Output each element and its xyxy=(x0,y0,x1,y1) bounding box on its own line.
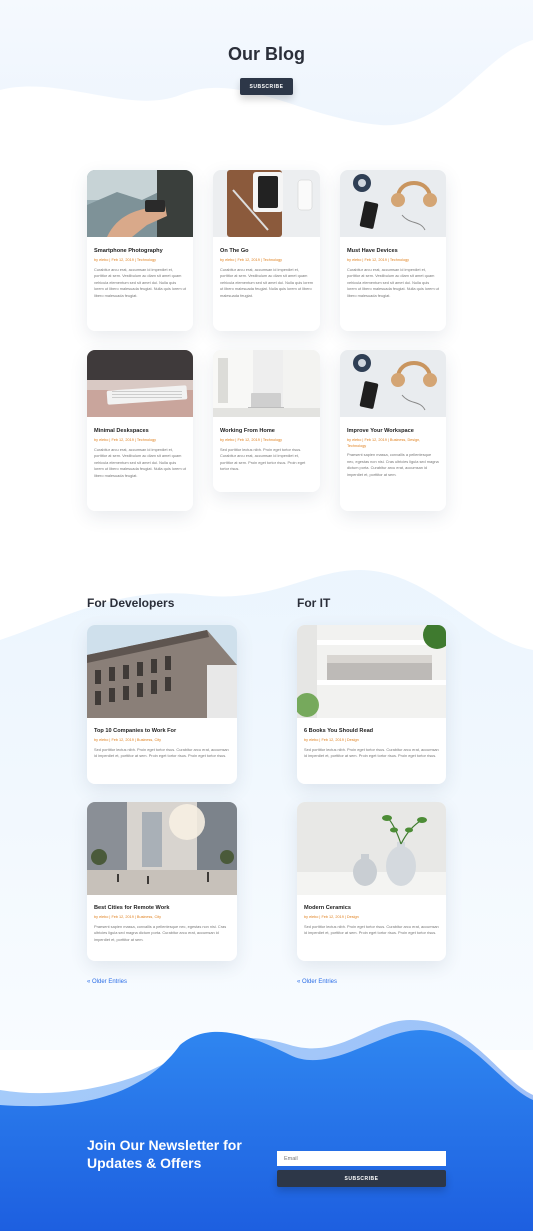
post-title[interactable]: Minimal Deskspaces xyxy=(94,428,186,434)
post-excerpt: Praesent sapien massa, convallis a pelle… xyxy=(94,923,227,942)
post-excerpt: Curabitur arcu erat, accumsan id imperdi… xyxy=(220,266,313,299)
home-office-laptop-icon xyxy=(213,350,320,417)
post-card[interactable]: On The Go by elebo | Feb 12, 2019 | Tech… xyxy=(213,170,320,331)
post-meta: by elebo | Feb 12, 2019 | Design xyxy=(304,915,359,919)
email-field[interactable] xyxy=(277,1151,446,1166)
keyboard-desk-icon xyxy=(87,350,193,417)
post-meta: by elebo | Feb 12, 2019 | Business, City xyxy=(94,915,161,919)
post-card[interactable]: Top 10 Companies to Work For by elebo | … xyxy=(87,625,237,784)
post-title[interactable]: Working From Home xyxy=(220,428,313,434)
post-excerpt: Curabitur arcu erat, accumsan id imperdi… xyxy=(347,266,439,299)
post-excerpt: Curabitur arcu erat, accumsan id imperdi… xyxy=(94,266,186,299)
post-meta: by elebo | Feb 12, 2019 | Design xyxy=(304,738,359,742)
post-meta: by elebo | Feb 12, 2019 | Technology xyxy=(347,258,410,262)
post-title[interactable]: 6 Books You Should Read xyxy=(304,728,439,734)
newsletter-subscribe-button[interactable]: SUBSCRIBE xyxy=(277,1170,446,1187)
headphones-devices-icon xyxy=(340,170,446,237)
building-facade-icon xyxy=(87,625,237,718)
post-card[interactable]: Smartphone Photography by elebo | Feb 12… xyxy=(87,170,193,331)
post-card[interactable]: Improve Your Workspace by elebo | Feb 12… xyxy=(340,350,446,511)
post-title[interactable]: Improve Your Workspace xyxy=(347,428,439,434)
post-card[interactable]: Minimal Deskspaces by elebo | Feb 12, 20… xyxy=(87,350,193,511)
newsletter-title: Join Our Newsletter for Updates & Offers xyxy=(87,1137,242,1171)
post-title[interactable]: On The Go xyxy=(220,248,313,254)
post-excerpt: Sed porttitor lectus nibh. Proin eget to… xyxy=(304,923,439,936)
post-meta: by elebo | Feb 12, 2019 | Technology xyxy=(220,438,283,442)
bookshelf-icon xyxy=(297,625,446,718)
post-meta: by elebo | Feb 12, 2019 | Business, City xyxy=(94,738,161,742)
post-title[interactable]: Modern Ceramics xyxy=(304,905,439,911)
post-meta: by elebo | Feb 12, 2019 | Technology xyxy=(220,258,283,262)
it-older-entries-link[interactable]: « Older Entries xyxy=(297,979,337,985)
ceramic-vases-icon xyxy=(297,802,446,895)
post-card[interactable]: 6 Books You Should Read by elebo | Feb 1… xyxy=(297,625,446,784)
post-excerpt: Praesent sapien massa, convallis a pelle… xyxy=(347,452,439,477)
developers-older-entries-link[interactable]: « Older Entries xyxy=(87,979,127,985)
post-excerpt: Sed porttitor lectus nibh. Proin eget to… xyxy=(304,746,439,759)
hand-phone-photo-icon xyxy=(87,170,193,237)
post-meta: by elebo | Feb 12, 2019 | Technology xyxy=(94,438,157,442)
post-excerpt: Sed porttitor lectus nibh. Proin eget to… xyxy=(220,446,306,472)
headphones-devices-icon xyxy=(340,350,446,417)
post-meta: by elebo | Feb 12, 2019 | Technology xyxy=(94,258,157,262)
it-section-title: For IT xyxy=(297,596,331,610)
post-meta: by elebo | Feb 12, 2019 | Business, Desi… xyxy=(347,438,421,448)
post-title[interactable]: Best Cities for Remote Work xyxy=(94,905,230,911)
post-excerpt: Sed porttitor lectus nibh. Proin eget to… xyxy=(94,746,229,759)
tablet-phone-flatlay-icon xyxy=(213,170,320,237)
post-card[interactable]: Working From Home by elebo | Feb 12, 201… xyxy=(213,350,320,492)
city-street-icon xyxy=(87,802,237,895)
post-title[interactable]: Top 10 Companies to Work For xyxy=(94,728,230,734)
page-title: Our Blog xyxy=(228,44,305,64)
hero-subscribe-button[interactable]: SUBSCRIBE xyxy=(240,78,293,95)
developers-section-title: For Developers xyxy=(87,596,175,610)
post-card[interactable]: Must Have Devices by elebo | Feb 12, 201… xyxy=(340,170,446,331)
post-title[interactable]: Smartphone Photography xyxy=(94,248,186,254)
post-card[interactable]: Best Cities for Remote Work by elebo | F… xyxy=(87,802,237,961)
post-title[interactable]: Must Have Devices xyxy=(347,248,439,254)
post-excerpt: Curabitur arcu erat, accumsan id imperdi… xyxy=(94,446,186,479)
post-card[interactable]: Modern Ceramics by elebo | Feb 12, 2019 … xyxy=(297,802,446,961)
